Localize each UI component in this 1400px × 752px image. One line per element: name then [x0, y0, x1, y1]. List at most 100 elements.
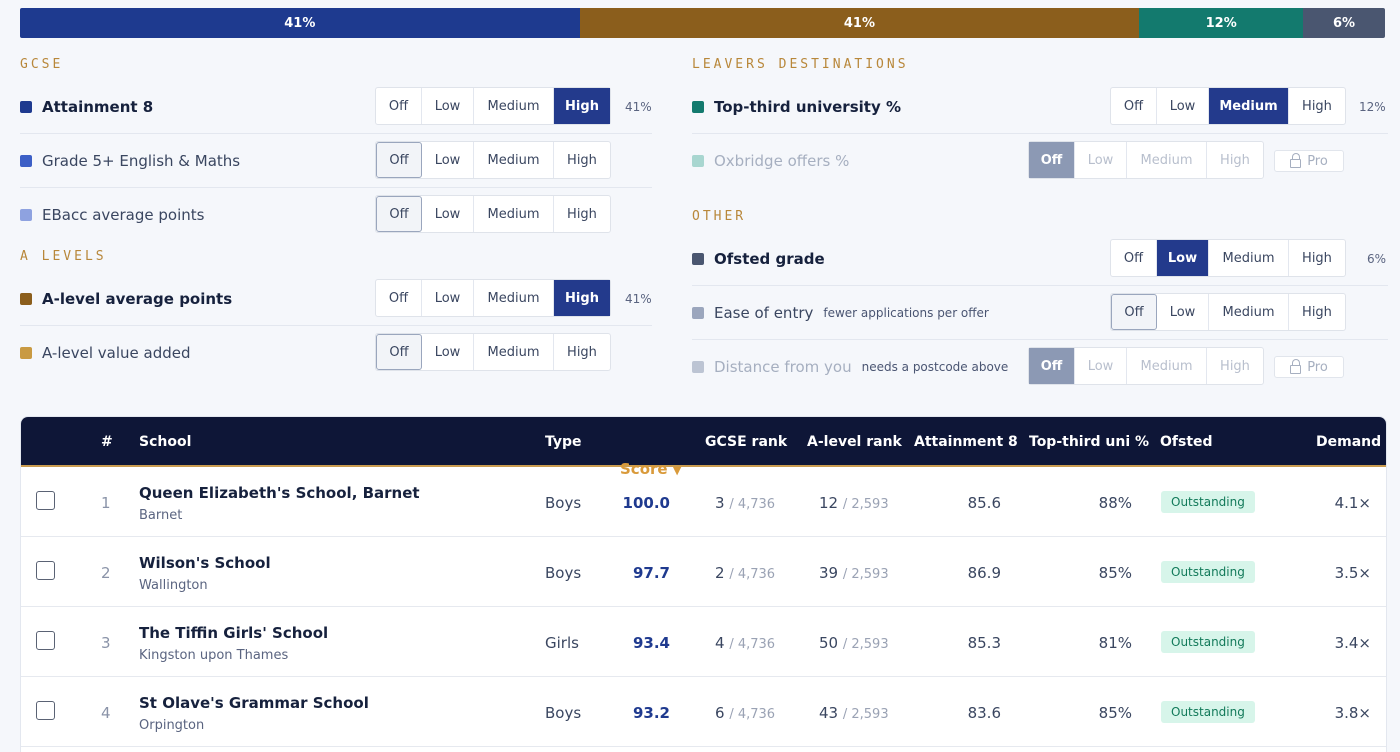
attainment-8-value: 85.3	[967, 634, 1001, 652]
table-row[interactable]: 1 Queen Elizabeth's School, Barnet Barne…	[21, 467, 1386, 537]
header-ofsted[interactable]: Ofsted	[1160, 417, 1213, 467]
school-name-link[interactable]: St Olave's Grammar School	[139, 694, 369, 712]
gcse-rank-total: / 4,736	[729, 637, 776, 652]
weight-option-low[interactable]: Low	[422, 280, 474, 316]
weight-option-off[interactable]: Off	[376, 196, 422, 232]
metric-label: EBacc average points	[42, 206, 205, 224]
pro-label: Pro	[1307, 359, 1328, 375]
pro-upgrade-button[interactable]: Pro	[1274, 356, 1344, 378]
gcse-rank-value: 6	[715, 704, 725, 722]
row-select-checkbox[interactable]	[36, 701, 55, 720]
ofsted-badge: Outstanding	[1161, 631, 1255, 653]
weight-option-medium[interactable]: Medium	[474, 334, 554, 370]
weight-option-off: Off	[1029, 142, 1075, 178]
weight-option-medium[interactable]: Medium	[1209, 240, 1289, 276]
header-school[interactable]: School	[139, 417, 191, 467]
school-location: Barnet	[139, 508, 183, 523]
weight-option-medium[interactable]: Medium	[474, 280, 554, 316]
pro-upgrade-button[interactable]: Pro	[1274, 150, 1344, 172]
weight-option-low[interactable]: Low	[422, 196, 474, 232]
weight-option-off: Off	[1029, 348, 1075, 384]
weight-option-high[interactable]: High	[1289, 294, 1345, 330]
metric-label: Ease of entry	[714, 303, 814, 322]
section-title-a-levels: A LEVELS	[20, 249, 107, 264]
table-row[interactable]: 2 Wilson's School Wallington Boys 97.7 2…	[21, 537, 1386, 607]
header-top-third-uni[interactable]: Top-third uni %	[1029, 417, 1149, 467]
gcse-rank-value: 3	[715, 494, 725, 512]
alevel-rank: 50 / 2,593	[819, 634, 889, 652]
weight-segment-university: 12%	[1139, 8, 1304, 38]
alevel-rank-total: / 2,593	[842, 707, 889, 722]
weight-option-medium[interactable]: Medium	[474, 196, 554, 232]
weight-option-low[interactable]: Low	[422, 334, 474, 370]
weight-option-medium[interactable]: Medium	[474, 142, 554, 178]
weight-option-high[interactable]: High	[554, 88, 610, 124]
weight-option-low[interactable]: Low	[422, 142, 474, 178]
weight-option-low[interactable]: Low	[1157, 294, 1209, 330]
left-metrics-column: GCSE Attainment 8 Off Low Medium High 41% Gr…	[20, 50, 652, 380]
school-score: 93.2	[632, 704, 670, 722]
table-row[interactable]: 3 The Tiffin Girls' School Kingston upon…	[21, 607, 1386, 677]
weight-option-off[interactable]: Off	[376, 334, 422, 370]
school-location: Kingston upon Thames	[139, 648, 289, 663]
row-select-checkbox[interactable]	[36, 491, 55, 510]
weight-option-high[interactable]: High	[1289, 240, 1345, 276]
school-name-link[interactable]: Queen Elizabeth's School, Barnet	[139, 484, 420, 502]
metric-color-swatch	[20, 292, 32, 305]
header-demand[interactable]: Demand	[1316, 417, 1381, 467]
alevel-rank: 12 / 2,593	[819, 494, 889, 512]
header-alevel-rank[interactable]: A-level rank	[807, 417, 902, 467]
table-row[interactable]: 4 St Olave's Grammar School Orpington Bo…	[21, 677, 1386, 747]
header-type[interactable]: Type	[545, 417, 582, 467]
weight-option-off[interactable]: Off	[1111, 88, 1157, 124]
metric-row-alevel-value-added: A-level value added Off Low Medium High	[20, 326, 652, 380]
school-name-link[interactable]: The Tiffin Girls' School	[139, 624, 328, 642]
weight-selector: Off Low Medium High	[375, 87, 611, 125]
weight-option-high[interactable]: High	[554, 196, 610, 232]
weight-option-off[interactable]: Off	[376, 88, 422, 124]
metric-color-swatch	[692, 252, 704, 265]
metric-hint: needs a postcode above	[861, 360, 1009, 374]
weight-selector: Off Low Medium High	[1110, 87, 1346, 125]
weight-option-low[interactable]: Low	[422, 88, 474, 124]
metric-row-top-third-university: Top-third university % Off Low Medium High 1…	[692, 80, 1388, 134]
weight-segment-ofsted: 6%	[1303, 8, 1385, 38]
top-third-uni-value: 88%	[1098, 494, 1132, 512]
attainment-8-value: 85.6	[967, 494, 1001, 512]
gcse-rank-total: / 4,736	[729, 497, 776, 512]
weight-option-high[interactable]: High	[554, 334, 610, 370]
weight-option-low[interactable]: Low	[1157, 88, 1209, 124]
weight-option-high[interactable]: High	[554, 280, 610, 316]
row-select-checkbox[interactable]	[36, 561, 55, 580]
metric-weight-percent: 41%	[625, 291, 652, 306]
school-score: 100.0	[622, 494, 670, 512]
weight-option-medium[interactable]: Medium	[474, 88, 554, 124]
alevel-rank: 39 / 2,593	[819, 564, 889, 582]
weight-option-off[interactable]: Off	[376, 142, 422, 178]
metric-color-swatch	[20, 347, 32, 359]
weight-option-off[interactable]: Off	[1111, 240, 1157, 276]
header-gcse-rank[interactable]: GCSE rank	[705, 417, 787, 467]
weight-option-medium: Medium	[1127, 348, 1207, 384]
alevel-rank-value: 50	[819, 634, 839, 652]
header-attainment-8[interactable]: Attainment 8	[914, 417, 1018, 467]
pro-label: Pro	[1307, 153, 1328, 169]
metric-weight-percent: 41%	[625, 99, 652, 114]
weight-selector: Off Low Medium High	[1110, 239, 1346, 277]
row-select-checkbox[interactable]	[36, 631, 55, 650]
alevel-rank-value: 43	[819, 704, 839, 722]
school-name-link[interactable]: Wilson's School	[139, 554, 271, 572]
weight-option-medium[interactable]: Medium	[1209, 88, 1289, 124]
demand-value: 4.1×	[1334, 494, 1371, 512]
weight-option-low[interactable]: Low	[1157, 240, 1209, 276]
weight-option-off[interactable]: Off	[1111, 294, 1157, 330]
metric-label: Grade 5+ English & Maths	[42, 151, 241, 170]
weight-option-high[interactable]: High	[1289, 88, 1345, 124]
top-third-uni-value: 81%	[1098, 634, 1132, 652]
school-type: Boys	[545, 494, 582, 512]
weight-selector: Off Low Medium High	[1028, 141, 1264, 179]
weight-option-off[interactable]: Off	[376, 280, 422, 316]
weight-option-medium[interactable]: Medium	[1209, 294, 1289, 330]
weight-option-high[interactable]: High	[554, 142, 610, 178]
attainment-8-value: 83.6	[967, 704, 1001, 722]
